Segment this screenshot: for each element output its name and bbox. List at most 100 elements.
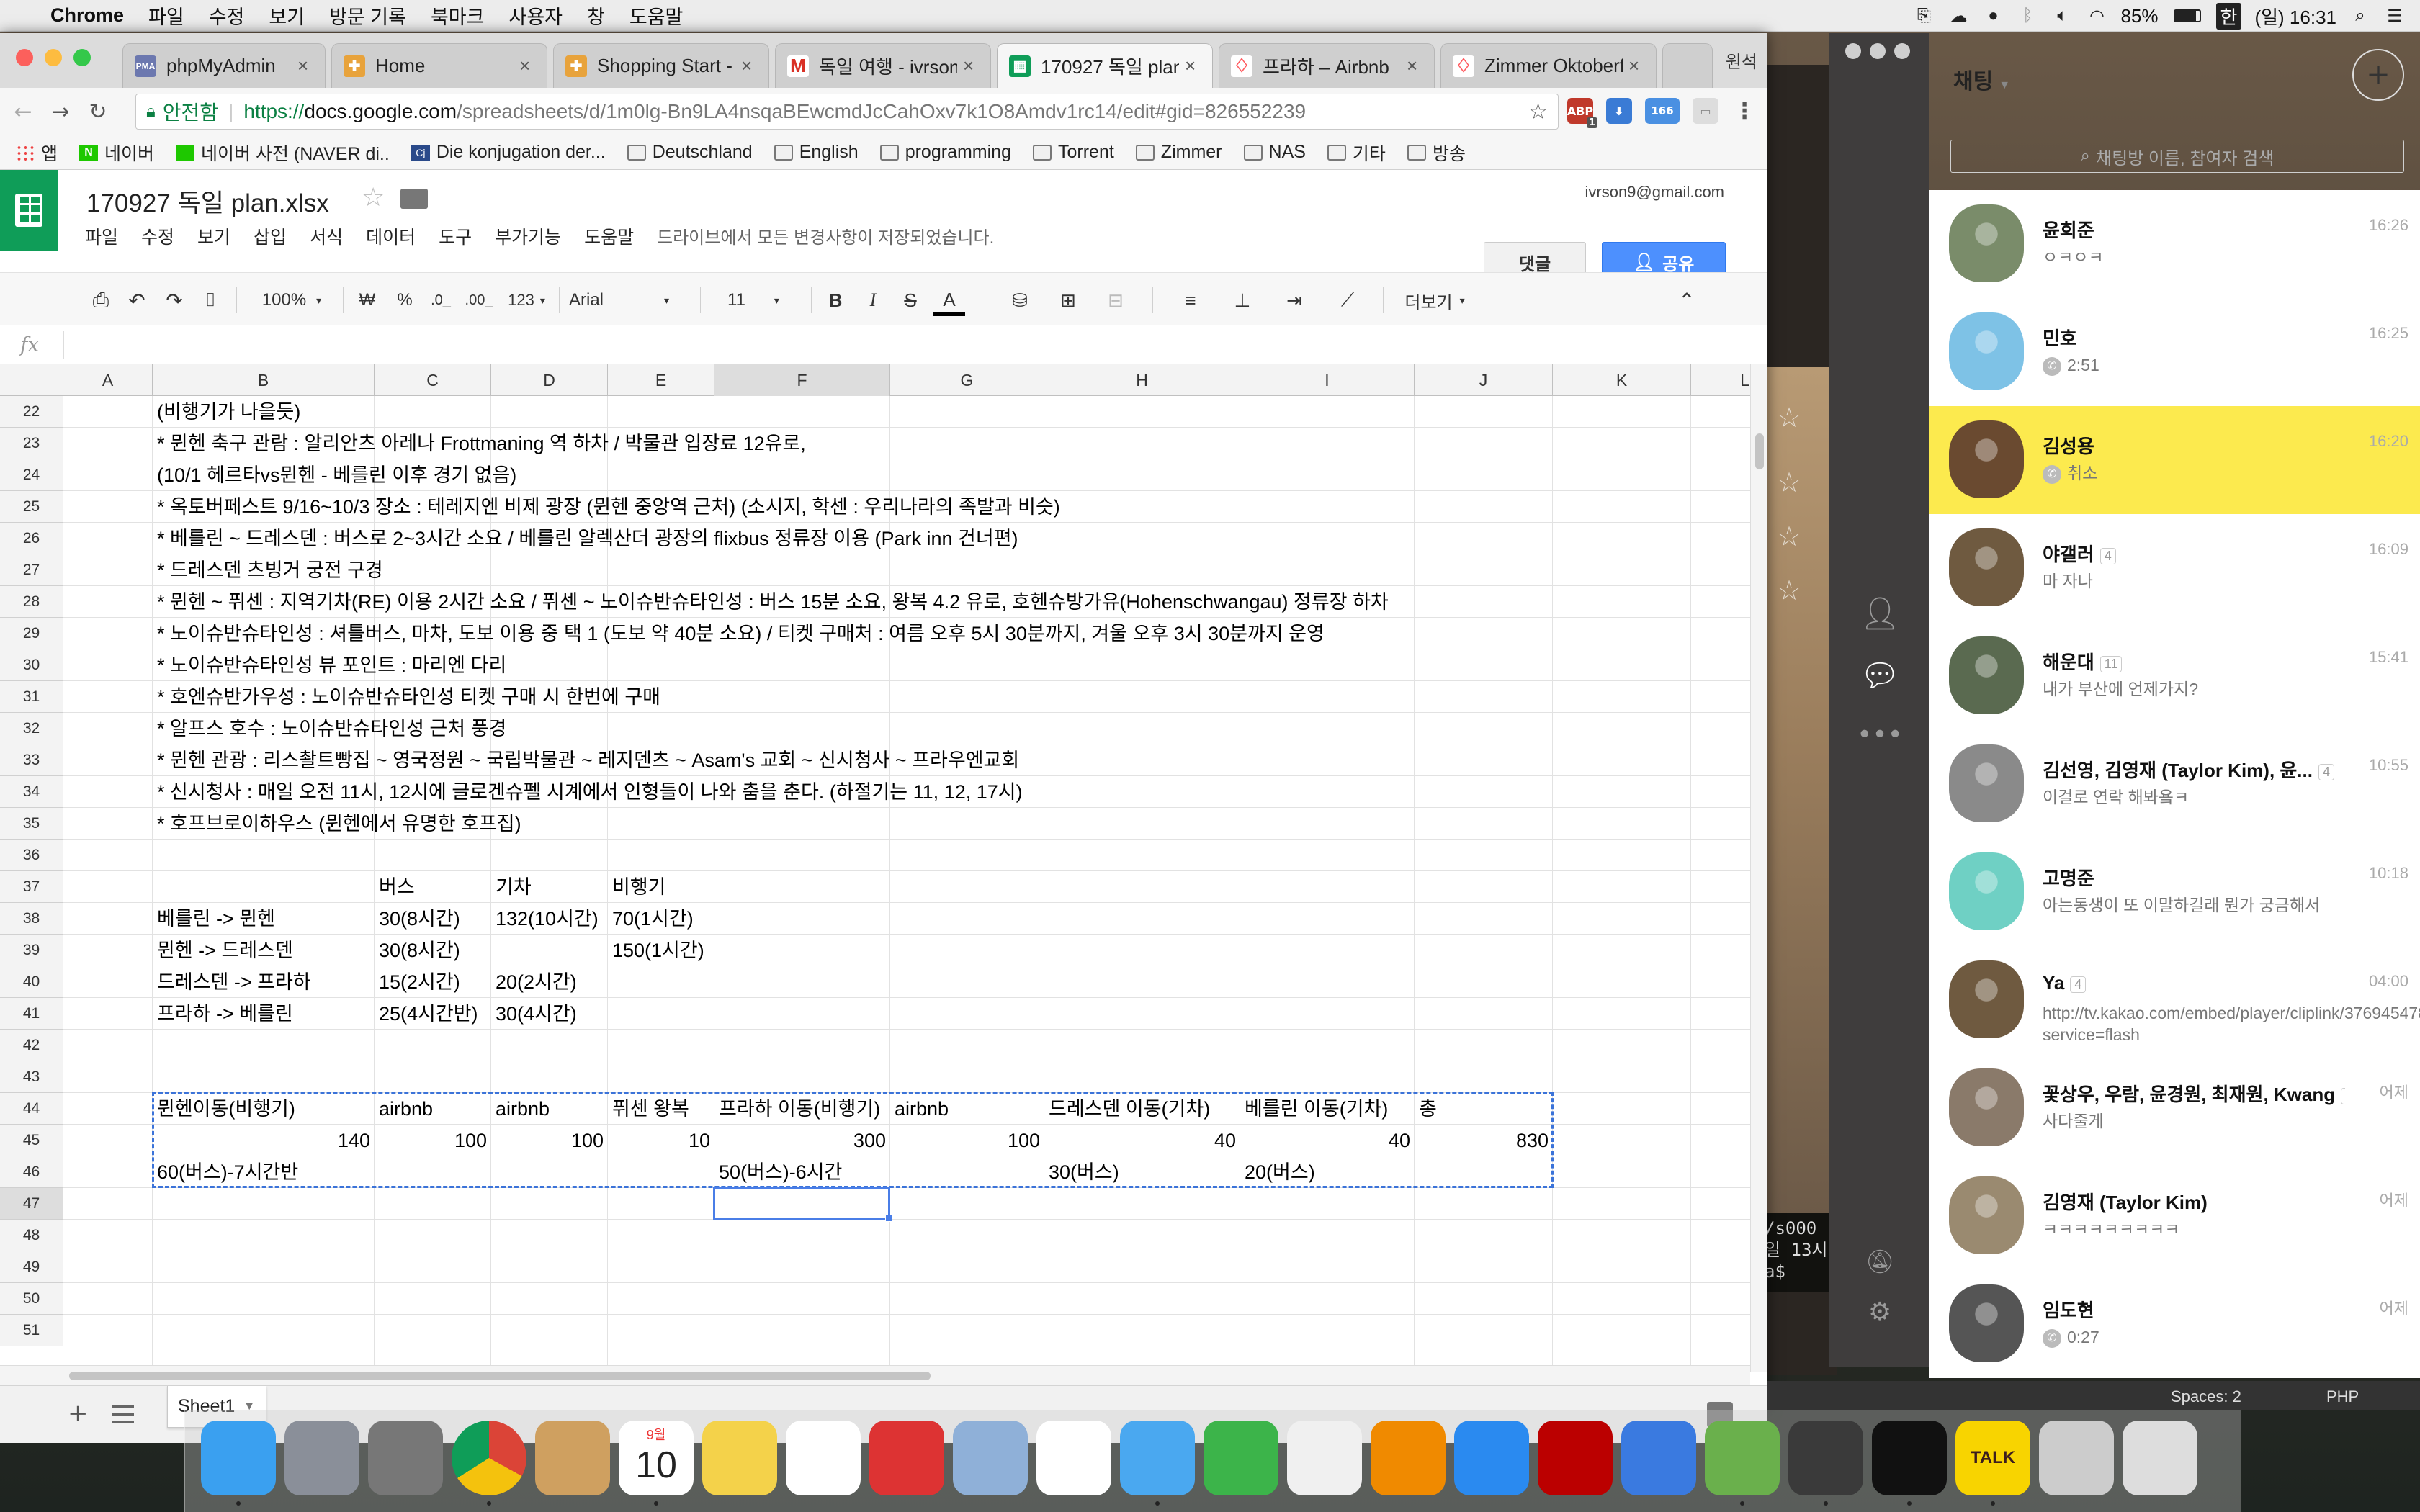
cell-text[interactable]: 150(1시간) [608, 935, 709, 966]
reminders-icon[interactable] [786, 1421, 861, 1495]
cell-text[interactable]: * 뮌헨 관광 : 리스촬트빵집 ~ 영국정원 ~ 국립박물관 ~ 레지덴츠 ~… [153, 744, 1023, 776]
chat-row[interactable]: 민호 ✆ 2:51 16:25 [1929, 298, 2420, 406]
bookmark-folder[interactable]: Zimmer [1135, 142, 1222, 163]
cell-text[interactable]: 베를린 이동(기차) [1240, 1093, 1392, 1125]
cell-text[interactable]: 30(8시간) [375, 935, 465, 966]
bookmark-folder[interactable]: 방송 [1407, 140, 1466, 166]
scroll-thumb[interactable] [1755, 433, 1764, 469]
close-tab-icon[interactable]: × [1628, 55, 1644, 77]
star-document-icon[interactable]: ☆ [362, 183, 385, 212]
bookmark-folder[interactable]: NAS [1243, 142, 1306, 163]
browser-tab[interactable]: M 독일 여행 - ivrson9 × [775, 43, 991, 88]
photos-icon[interactable] [1036, 1421, 1111, 1495]
close-tab-icon[interactable]: × [519, 55, 535, 77]
column-header-k[interactable]: K [1553, 364, 1691, 396]
cell-area[interactable]: (비행기가 나을듯) * 뮌헨 축구 관람 : 알리안츠 아레나 Frottman… [63, 396, 1750, 1365]
text-color-button[interactable]: A [933, 287, 965, 316]
column-header-i[interactable]: I [1240, 364, 1415, 396]
app-menu[interactable]: Chrome [38, 4, 136, 27]
avatar[interactable] [1949, 744, 2024, 822]
facetime-icon[interactable] [1204, 1421, 1278, 1495]
cell-text[interactable]: 기차 [491, 871, 536, 903]
cell-number[interactable]: 300 [714, 1125, 890, 1156]
menu-bookmarks[interactable]: 북마크 [418, 1, 497, 30]
avatar[interactable] [1949, 312, 2024, 390]
row-header-30[interactable]: 30 [0, 649, 63, 681]
counter-extension-icon[interactable]: 166 [1645, 98, 1680, 124]
sheets-menu-edit[interactable]: 수정 [141, 223, 174, 249]
avatar[interactable] [1949, 204, 2024, 282]
horizontal-scrollbar[interactable] [0, 1365, 1750, 1385]
scroll-thumb[interactable] [69, 1372, 931, 1380]
reload-icon[interactable]: ↻ [84, 97, 112, 126]
decrease-decimal-button[interactable]: .0_ [425, 287, 457, 313]
row-header-34[interactable]: 34 [0, 776, 63, 808]
browser-tab[interactable]: ♢ Zimmer Oktoberf × [1440, 43, 1657, 88]
documents-stack-icon[interactable] [2039, 1421, 2114, 1495]
cell-text[interactable] [608, 966, 617, 998]
account-email[interactable]: ivrson9@gmail.com [1585, 183, 1725, 202]
zoom-select[interactable]: 100% ▾ [252, 287, 331, 313]
percent-format-button[interactable]: % [389, 287, 421, 313]
row-header-46[interactable]: 46 [0, 1156, 63, 1188]
row-header-48[interactable]: 48 [0, 1220, 63, 1251]
avatar[interactable] [1949, 636, 2024, 714]
sheets-menu-data[interactable]: 데이터 [366, 223, 416, 249]
row-header-33[interactable]: 33 [0, 744, 63, 776]
cell-text[interactable]: 30(4시간) [491, 998, 581, 1030]
text-wrapping-icon[interactable]: ⇥ [1276, 287, 1312, 313]
forward-icon[interactable]: → [46, 97, 75, 126]
itunes-icon[interactable] [1287, 1421, 1362, 1495]
column-header-a[interactable]: A [63, 364, 153, 396]
currency-format-button[interactable]: ₩ [351, 287, 383, 313]
trash-icon[interactable] [2123, 1421, 2197, 1495]
cell-text[interactable]: * 호프브로이하우스 (뮌헨에서 유명한 호프집) [153, 808, 526, 840]
row-header-37[interactable]: 37 [0, 871, 63, 903]
font-family-select[interactable]: Arial ▾ [569, 287, 691, 313]
italic-button[interactable]: I [859, 287, 887, 313]
sheets-menu-view[interactable]: 보기 [197, 223, 230, 249]
row-header-24[interactable]: 24 [0, 459, 63, 491]
cell-text[interactable]: * 뮌헨 축구 관람 : 알리안츠 아레나 Frottmaning 역 하차 /… [153, 428, 810, 459]
redo-icon[interactable]: ↷ [160, 287, 189, 313]
row-header-27[interactable]: 27 [0, 554, 63, 586]
cell-text[interactable]: airbnb [375, 1093, 437, 1125]
avatar[interactable] [1949, 528, 2024, 606]
cell-text[interactable]: 버스 [375, 871, 419, 903]
fill-color-icon[interactable]: ⛁ [1000, 287, 1040, 313]
cell-number[interactable]: 100 [890, 1125, 1044, 1156]
column-header-j[interactable]: J [1415, 364, 1553, 396]
chat-row[interactable]: 임도현 ✆ 0:27 어제 [1929, 1270, 2420, 1378]
more-formats-select[interactable]: 123 ▾ [501, 287, 552, 313]
row-header-32[interactable]: 32 [0, 713, 63, 744]
formula-bar[interactable]: fx [0, 325, 1767, 364]
column-header-g[interactable]: G [890, 364, 1044, 396]
cell-text[interactable]: 60(버스)-7시간반 [153, 1156, 302, 1188]
sublime-text-icon[interactable] [1788, 1421, 1863, 1495]
chat-search-input[interactable]: ⌕ 채팅방 이름, 참여자 검색 [1950, 140, 2404, 173]
cell-text[interactable]: 25(4시간반) [375, 998, 483, 1030]
notification-center-icon[interactable]: ☰ [2384, 6, 2406, 26]
cell-text[interactable]: 30(8시간) [375, 903, 465, 935]
bookmark-folder[interactable]: 기타 [1327, 140, 1386, 166]
cell-text[interactable]: 70(1시간) [608, 903, 698, 935]
cell-text[interactable]: 퓌센 왕복 [608, 1093, 694, 1125]
row-header-49[interactable]: 49 [0, 1251, 63, 1283]
cell-text[interactable]: * 드레스덴 츠빙거 궁전 구경 [153, 554, 387, 586]
bookmark-status-icon[interactable]: ⎘ [1914, 6, 1935, 25]
cell-number[interactable]: 40 [1044, 1125, 1240, 1156]
chat-row[interactable]: 야갤러 4 마 자나 16:09 [1929, 514, 2420, 622]
calendar-icon[interactable]: 9월 10 [619, 1421, 694, 1495]
app-store-icon[interactable] [1454, 1421, 1529, 1495]
close-window-button[interactable] [16, 49, 33, 66]
all-sheets-icon[interactable] [112, 1405, 134, 1423]
cell-text[interactable]: 뮌헨 -> 드레스덴 [153, 935, 297, 966]
system-preferences-icon[interactable] [368, 1421, 443, 1495]
spaces-indicator[interactable]: Spaces: 2 [2171, 1387, 2241, 1406]
row-header-51[interactable]: 51 [0, 1315, 63, 1346]
browser-tab[interactable]: ✚ Home × [331, 43, 547, 88]
menu-history[interactable]: 방문 기록 [317, 1, 418, 30]
strikethrough-button[interactable]: S [896, 287, 925, 313]
sheets-menu-addons[interactable]: 부가기능 [495, 223, 561, 249]
add-sheet-icon[interactable]: + [68, 1399, 89, 1428]
